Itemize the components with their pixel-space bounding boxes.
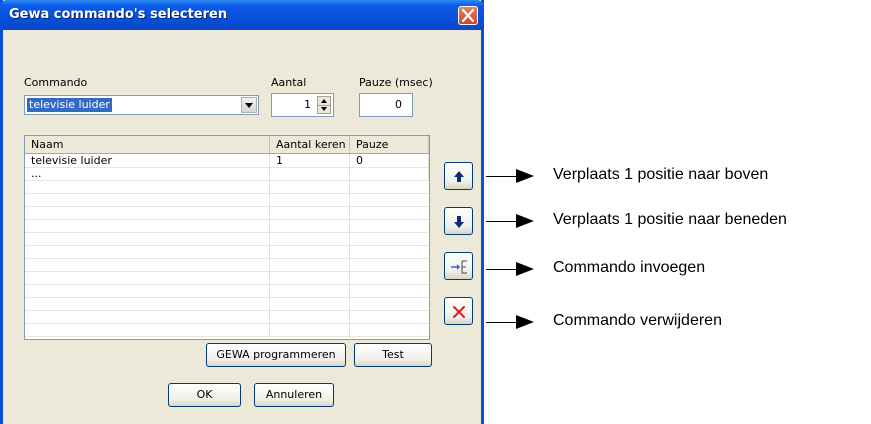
empty-cell xyxy=(270,258,350,271)
gewa-program-button[interactable]: GEWA programmeren xyxy=(206,343,346,367)
list-body: televisie luider 1 0 ... xyxy=(25,154,429,339)
empty-row xyxy=(25,219,429,233)
empty-cell xyxy=(25,180,270,193)
empty-row xyxy=(25,271,429,285)
spin-down-icon xyxy=(321,107,327,111)
dialog-window: Gewa commando's selecteren Commando Aant… xyxy=(0,0,484,424)
empty-cell xyxy=(25,323,270,336)
annotation-arrow-line xyxy=(486,221,518,222)
annotation-move-up: Verplaats 1 positie naar boven xyxy=(553,166,769,183)
empty-cell xyxy=(25,232,270,245)
empty-cell xyxy=(25,284,270,297)
empty-cell xyxy=(270,284,350,297)
empty-cell xyxy=(25,206,270,219)
cell-aantal-keren: 1 xyxy=(270,154,350,167)
table-row[interactable]: televisie luider 1 0 xyxy=(25,154,429,168)
empty-cell xyxy=(270,245,350,258)
commando-select[interactable]: televisie luider xyxy=(24,95,259,115)
aantal-stepper[interactable]: 1 xyxy=(271,93,334,117)
arrow-up-icon xyxy=(454,171,464,182)
insert-command-button[interactable] xyxy=(444,252,473,280)
chevron-down-icon xyxy=(245,103,253,108)
annotation-arrow-head xyxy=(516,169,534,183)
empty-row xyxy=(25,193,429,207)
empty-row xyxy=(25,206,429,220)
empty-cell xyxy=(270,193,350,206)
annotation-arrow-head xyxy=(516,262,534,276)
window-title: Gewa commando's selecteren xyxy=(9,7,228,22)
column-header-naam[interactable]: Naam xyxy=(25,136,270,153)
test-button[interactable]: Test xyxy=(354,343,432,367)
column-header-aantal-keren[interactable]: Aantal keren xyxy=(270,136,350,153)
annotation-arrow-line xyxy=(486,176,518,177)
empty-cell xyxy=(25,245,270,258)
empty-cell xyxy=(270,323,350,336)
annotation-arrow-head xyxy=(516,315,534,329)
annotation-arrow-line xyxy=(486,269,518,270)
move-up-button[interactable] xyxy=(444,162,473,190)
empty-row xyxy=(25,232,429,246)
spin-buttons xyxy=(317,96,331,114)
empty-cell xyxy=(25,193,270,206)
empty-cell xyxy=(270,180,350,193)
command-list[interactable]: Naam Aantal keren Pauze televisie luider… xyxy=(24,135,430,340)
aantal-value: 1 xyxy=(304,98,311,111)
empty-row xyxy=(25,310,429,324)
cell-naam: ... xyxy=(25,167,270,180)
pauze-label: Pauze (msec) xyxy=(359,76,433,89)
empty-cell xyxy=(270,219,350,232)
empty-cell xyxy=(25,297,270,310)
empty-row xyxy=(25,258,429,272)
annotation-arrow-head xyxy=(516,214,534,228)
empty-row xyxy=(25,180,429,194)
move-down-button[interactable] xyxy=(444,207,473,235)
empty-cell xyxy=(270,271,350,284)
cell-pauze: 0 xyxy=(350,154,429,167)
table-row[interactable]: ... xyxy=(25,167,429,181)
column-header-pauze[interactable]: Pauze xyxy=(350,136,429,153)
cancel-button[interactable]: Annuleren xyxy=(254,383,334,407)
commando-selected-value: televisie luider xyxy=(27,98,112,112)
empty-cell xyxy=(25,219,270,232)
ok-button[interactable]: OK xyxy=(168,383,241,407)
cell-naam: televisie luider xyxy=(25,154,270,167)
empty-cell xyxy=(25,271,270,284)
empty-cell xyxy=(270,206,350,219)
annotation-move-down: Verplaats 1 positie naar beneden xyxy=(553,211,787,228)
pauze-value: 0 xyxy=(395,98,402,111)
aantal-label: Aantal xyxy=(271,76,307,89)
empty-cell xyxy=(270,297,350,310)
title-bar[interactable]: Gewa commando's selecteren xyxy=(0,0,484,30)
empty-cell xyxy=(25,310,270,323)
combo-dropdown-button[interactable] xyxy=(241,97,257,113)
insert-icon xyxy=(451,260,467,274)
annotation-arrow-line xyxy=(486,322,518,323)
close-button[interactable] xyxy=(458,6,478,25)
annotation-insert: Commando invoegen xyxy=(553,259,706,276)
cell-aantal-keren xyxy=(270,167,350,180)
commando-label: Commando xyxy=(24,76,88,89)
empty-row xyxy=(25,245,429,259)
cell-pauze xyxy=(350,167,429,180)
close-icon xyxy=(462,9,474,22)
empty-cell xyxy=(25,258,270,271)
arrow-down-icon xyxy=(454,216,464,228)
pauze-input[interactable]: 0 xyxy=(359,93,413,117)
list-header: Naam Aantal keren Pauze xyxy=(25,136,429,154)
delete-icon xyxy=(453,306,465,318)
annotation-delete: Commando verwijderen xyxy=(553,312,722,329)
delete-command-button[interactable] xyxy=(444,297,473,325)
empty-row xyxy=(25,323,429,337)
empty-row xyxy=(25,284,429,298)
spin-up-icon xyxy=(321,99,327,103)
empty-cell xyxy=(270,232,350,245)
empty-row xyxy=(25,297,429,311)
spin-down-button[interactable] xyxy=(318,105,330,113)
empty-cell xyxy=(270,310,350,323)
